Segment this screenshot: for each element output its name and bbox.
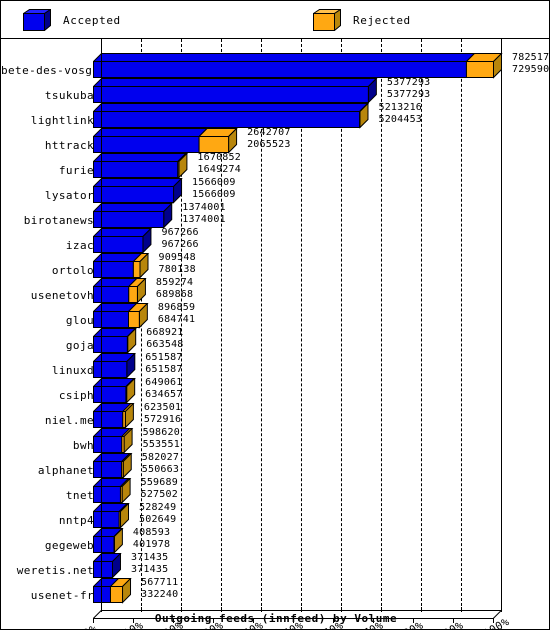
value-total-glou: 896859 (157, 302, 196, 313)
value-total-ortolo: 909548 (158, 252, 196, 263)
y-axis-line (101, 39, 102, 611)
bar-weretis-net (93, 553, 122, 579)
value-total-gegeweb: 408593 (132, 527, 171, 538)
value-total-bete-des-vosges: 7825170 (512, 52, 550, 63)
value-total-httrack: 2642707 (247, 127, 291, 138)
bar-niel-me (93, 403, 135, 429)
y-axis-label-weretis-net: weretis.net (16, 564, 94, 577)
y-axis-label-furie: furie (58, 164, 94, 177)
value-total-alphanet: 582027 (141, 452, 180, 463)
value-total-tnet: 559689 (140, 477, 178, 488)
bar-furie (93, 153, 189, 179)
value-total-nntp4: 528249 (139, 502, 177, 513)
value-accepted-tnet: 527502 (140, 489, 178, 500)
value-total-lysator: 1566009 (192, 177, 236, 188)
value-accepted-alphanet: 550663 (141, 464, 180, 475)
value-accepted-usenetovh: 689868 (155, 289, 194, 300)
value-accepted-furie: 1649274 (197, 164, 241, 175)
value-total-goja: 668921 (146, 327, 184, 338)
value-total-csiph: 649061 (145, 377, 183, 388)
legend-item-accepted: Accepted (21, 7, 121, 33)
value-accepted-nntp4: 502649 (139, 514, 177, 525)
y-axis-label-alphanet: alphanet (37, 464, 94, 477)
legend-item-rejected: Rejected (311, 7, 411, 33)
y-axis-label-httrack: httrack (44, 139, 94, 152)
y-axis-label-bwh: bwh (72, 439, 94, 452)
value-accepted-lightlink: 5204453 (378, 114, 423, 125)
y-axis-label-tsukuba: tsukuba (44, 89, 94, 102)
value-total-birotanews: 1374001 (182, 202, 226, 213)
value-total-weretis-net: 371435 (130, 552, 169, 563)
bar-lysator (93, 178, 184, 204)
y-axis-label-birotanews: birotanews (23, 214, 94, 227)
legend-swatch-rejected-icon (311, 8, 343, 32)
y-axis-label-bete-des-vosges: bete-des-vosges (1, 64, 107, 77)
plot-right-border (501, 39, 502, 611)
bar-lightlink (93, 103, 370, 129)
value-total-usenetovh: 859274 (155, 277, 194, 288)
bar-nntp4 (93, 503, 131, 529)
y-axis-label-tnet: tnet (65, 489, 94, 502)
y-axis-label-glou: glou (65, 314, 94, 327)
value-accepted-linuxd: 651587 (145, 364, 183, 375)
y-axis-label-usenet-fr: usenet-fr (30, 589, 94, 602)
bar-goja (93, 328, 138, 354)
y-axis-label-nntp4: nntp4 (58, 514, 94, 527)
bar-bete-des-vosges (93, 53, 503, 79)
value-accepted-httrack: 2065523 (247, 139, 291, 150)
y-axis-label-usenetovh: usenetovh (30, 289, 94, 302)
y-axis-label-linuxd: linuxd (51, 364, 94, 377)
value-accepted-gegeweb: 401978 (132, 539, 171, 550)
bar-tnet (93, 478, 132, 504)
bar-izac (93, 228, 153, 254)
y-axis-label-csiph: csiph (58, 389, 94, 402)
value-total-usenet-fr: 567711 (141, 577, 179, 588)
bar-linuxd (93, 353, 137, 379)
value-accepted-tsukuba: 5377293 (386, 89, 431, 100)
y-axis-label-lysator: lysator (44, 189, 94, 202)
value-total-tsukuba: 5377293 (386, 77, 431, 88)
value-total-izac: 967266 (161, 227, 199, 238)
value-accepted-usenet-fr: 332240 (141, 589, 179, 600)
bar-httrack (93, 128, 239, 154)
value-total-linuxd: 651587 (145, 352, 183, 363)
value-accepted-ortolo: 780138 (158, 264, 196, 275)
value-accepted-bete-des-vosges: 7295901 (512, 64, 550, 75)
value-accepted-glou: 684741 (157, 314, 196, 325)
value-accepted-niel-me: 572916 (143, 414, 182, 425)
y-axis-label-izac: izac (65, 239, 94, 252)
value-accepted-lysator: 1566009 (192, 189, 236, 200)
bar-usenet-fr (93, 578, 133, 604)
legend-swatch-accepted-icon (21, 8, 53, 32)
gridline-90pct (461, 39, 462, 611)
y-axis-label-gegeweb: gegeweb (44, 539, 94, 552)
legend-label-rejected: Rejected (353, 13, 411, 27)
value-accepted-bwh: 553551 (142, 439, 180, 450)
value-total-niel-me: 623501 (143, 402, 182, 413)
bar-bwh (93, 428, 134, 454)
y-axis-label-goja: goja (65, 339, 94, 352)
y-axis-label-lightlink: lightlink (30, 114, 94, 127)
value-accepted-izac: 967266 (161, 239, 199, 250)
x-axis-title: Outgoing feeds (innfeed) by Volume (154, 612, 398, 625)
bar-birotanews (93, 203, 174, 229)
bar-tsukuba (93, 78, 378, 104)
value-total-furie: 1670852 (197, 152, 241, 163)
value-total-lightlink: 5213216 (378, 102, 423, 113)
plot-area: bete-des-vosges 78251707295901 tsukuba 5377… (1, 39, 549, 629)
y-axis-label-niel-me: niel.me (44, 414, 94, 427)
value-total-bwh: 598620 (142, 427, 180, 438)
bar-alphanet (93, 453, 133, 479)
value-accepted-goja: 663548 (146, 339, 184, 350)
chart-container: AcceptedRejected bete-des-vosges78251707… (0, 0, 550, 630)
legend-label-accepted: Accepted (63, 13, 121, 27)
bar-csiph (93, 378, 137, 404)
value-accepted-birotanews: 1374001 (182, 214, 226, 225)
value-accepted-weretis-net: 371435 (130, 564, 169, 575)
value-accepted-csiph: 634657 (145, 389, 183, 400)
bar-gegeweb (93, 528, 124, 554)
y-axis-label-ortolo: ortolo (51, 264, 94, 277)
chart-legend: Accepted Rejected (1, 1, 549, 39)
